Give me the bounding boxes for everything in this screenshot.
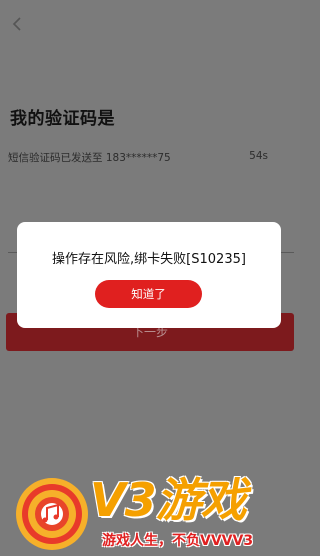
- page-title: 我的验证码是: [10, 109, 115, 129]
- sms-sent-info: 短信验证码已发送至 183******75: [8, 152, 171, 164]
- dialog-message: 操作存在风险,绑卡失败[S10235]: [52, 252, 246, 267]
- music-disc-logo-icon: [14, 474, 94, 554]
- resend-countdown: 54s: [249, 150, 268, 162]
- dialog-ok-button[interactable]: 知道了: [95, 280, 202, 308]
- code-input-underline: [280, 252, 294, 253]
- back-arrow-icon[interactable]: [10, 16, 26, 32]
- watermark-title-text: 游戏: [155, 473, 247, 527]
- watermark-title: V3游戏: [90, 470, 247, 530]
- watermark-subtitle: 游戏人生，不负VVVV3: [102, 533, 254, 549]
- watermark-logo-text: V3: [90, 473, 157, 527]
- error-dialog: 操作存在风险,绑卡失败[S10235] 知道了: [17, 222, 281, 328]
- watermark: V3游戏 游戏人生，不负VVVV3: [0, 466, 300, 556]
